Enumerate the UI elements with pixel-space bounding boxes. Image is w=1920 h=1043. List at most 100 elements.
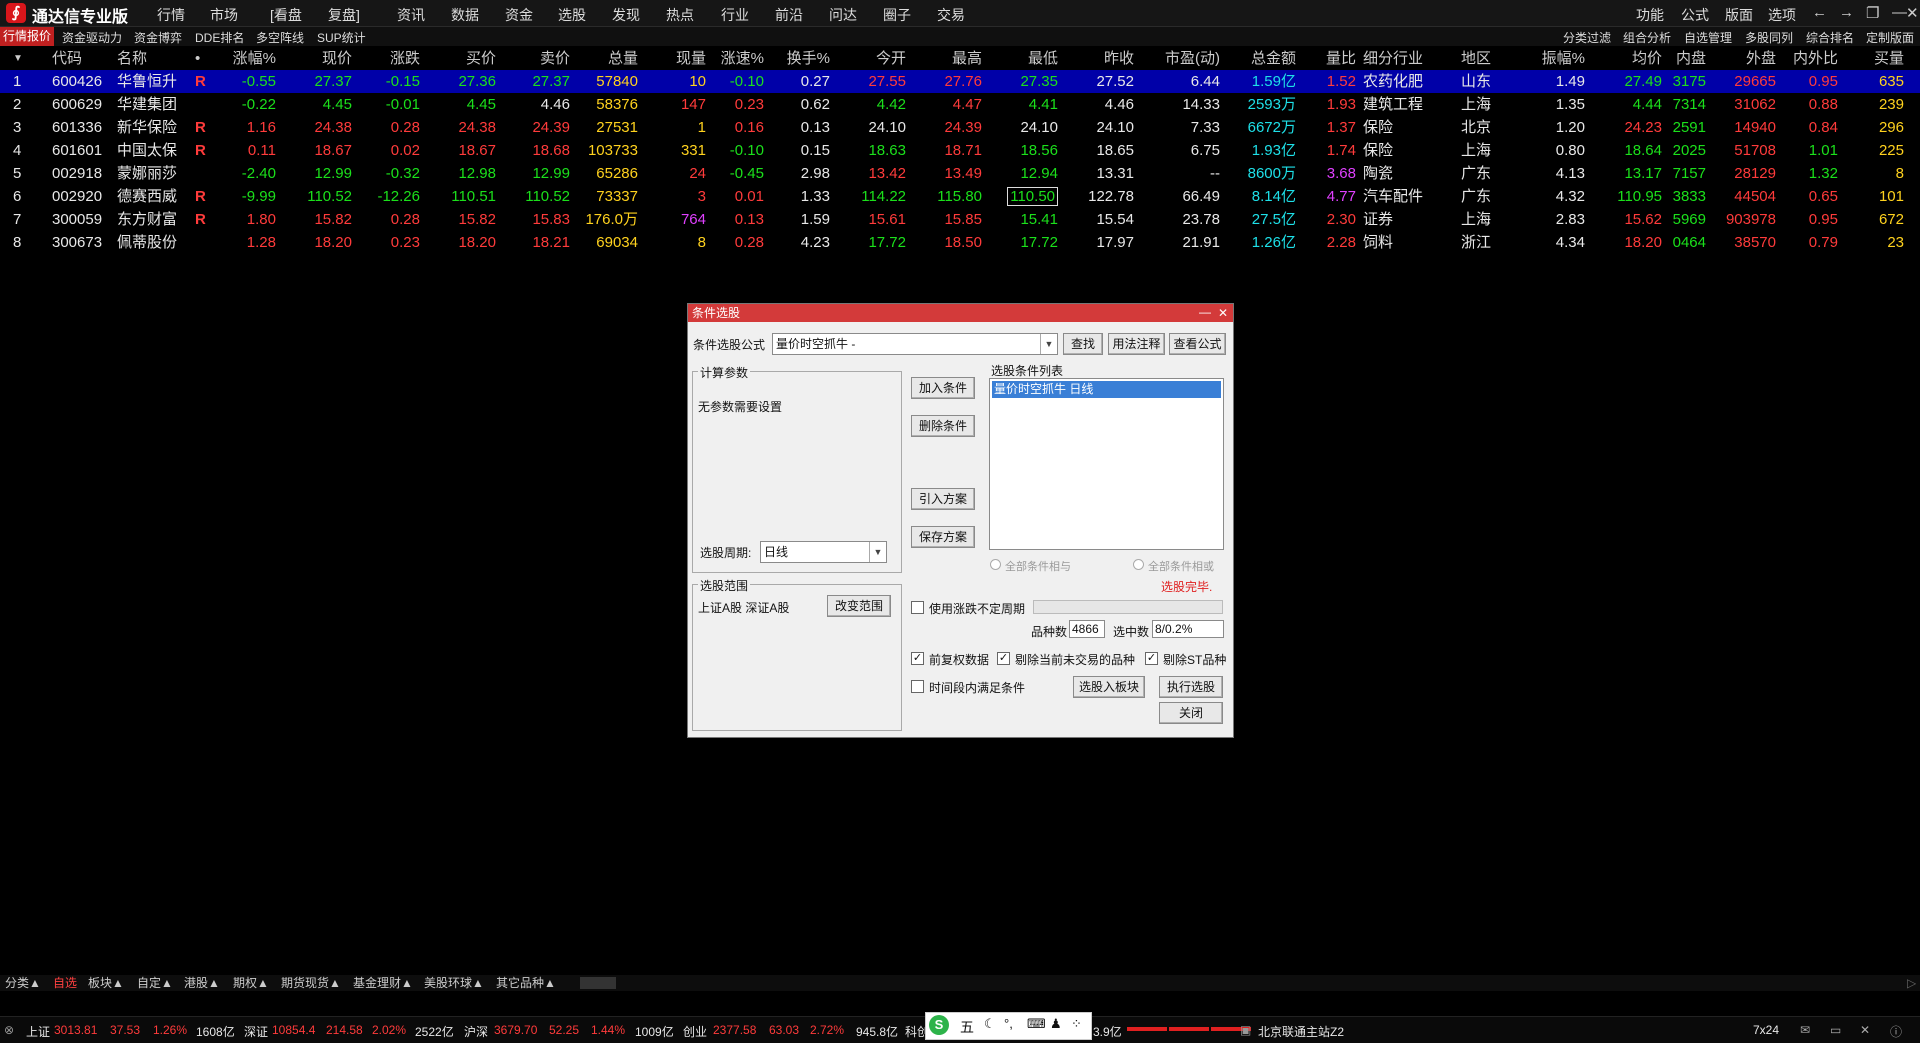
table-row[interactable]: 7 300059 东方财富 R 1.80 15.82 0.28 15.82 15.83 176.0… (0, 208, 1920, 231)
menu-item-hot[interactable]: 热点 (666, 5, 694, 25)
tab-fund-game[interactable]: 资金博弈 (134, 29, 182, 46)
column-header-change-pct[interactable]: 涨幅% (212, 47, 276, 70)
column-header-change[interactable]: 涨跌 (358, 47, 420, 70)
column-header-bid-vol[interactable]: 买量 (1844, 47, 1904, 70)
forward-arrow-icon[interactable]: → (1839, 4, 1854, 21)
column-header-low[interactable]: 最低 (990, 47, 1058, 70)
condition-list-item[interactable]: 量价时空抓牛 日线 (992, 381, 1221, 398)
column-header-amplitude[interactable]: 振幅% (1506, 47, 1585, 70)
user-icon[interactable]: ♟ (1050, 1016, 1062, 1032)
bottom-tab-watchlist[interactable]: 自选 (50, 975, 80, 991)
apps-grid-icon[interactable]: ⁘ (1071, 1016, 1082, 1032)
punctuation-icon[interactable]: °, (1004, 1016, 1013, 1031)
menu-item-review[interactable]: 复盘] (328, 5, 360, 25)
message-icon[interactable]: ✉ (1800, 1023, 1810, 1037)
column-header-flag[interactable]: • (195, 47, 207, 70)
tab-dde-rank[interactable]: DDE排名 (195, 29, 244, 46)
formula-select[interactable]: 量价时空抓牛 - ▼ (772, 333, 1058, 355)
close-button[interactable]: 关闭 (1159, 702, 1223, 724)
server-name[interactable]: 北京联通主站Z2 (1258, 1023, 1344, 1040)
tab-category-filter[interactable]: 分类过滤 (1563, 29, 1611, 46)
bottom-tab-others[interactable]: 其它品种▲ (493, 975, 559, 991)
unfixed-period-checkbox[interactable] (911, 601, 924, 614)
ime-mode-label[interactable]: 五 (960, 1017, 974, 1037)
table-row[interactable]: 4 601601 中国太保 R 0.11 18.67 0.02 18.67 18.68 10373… (0, 139, 1920, 162)
bottom-tab-sector[interactable]: 板块▲ (85, 975, 127, 991)
menu-item-watch[interactable]: [看盘 (270, 5, 302, 25)
chevron-down-icon[interactable]: ▼ (1040, 334, 1057, 354)
menu-item-circle[interactable]: 圈子 (883, 5, 911, 25)
minimize-icon[interactable]: — (1892, 4, 1907, 21)
tab-overall-rank[interactable]: 综合排名 (1806, 29, 1854, 46)
table-row[interactable]: 1 600426 华鲁恒升 R -0.55 27.37 -0.15 27.36 27.37 578… (0, 70, 1920, 93)
usage-notes-button[interactable]: 用法注释 (1108, 333, 1165, 355)
menu-item-ask[interactable]: 问达 (829, 5, 857, 25)
column-header-ask[interactable]: 卖价 (502, 47, 570, 70)
bottom-tab-category[interactable]: 分类▲ (2, 975, 44, 991)
menu-item-layout[interactable]: 版面 (1725, 5, 1753, 25)
mute-icon[interactable]: ✕ (1860, 1023, 1870, 1037)
tab-sup-stats[interactable]: SUP统计 (317, 29, 366, 46)
add-condition-button[interactable]: 加入条件 (911, 377, 975, 399)
menu-item-frontier[interactable]: 前沿 (775, 5, 803, 25)
column-header-code[interactable]: 代码 (52, 47, 112, 70)
tab-fund-drive[interactable]: 资金驱动力 (62, 29, 122, 46)
menu-item-market[interactable]: 市场 (210, 5, 238, 25)
chat-icon[interactable]: ▭ (1830, 1023, 1841, 1037)
sort-dropdown-icon[interactable]: ▼ (13, 47, 27, 70)
chevron-down-icon[interactable]: ▼ (869, 542, 886, 562)
column-header-inner-outer-ratio[interactable]: 内外比 (1786, 47, 1838, 70)
menu-item-news[interactable]: 资讯 (397, 5, 425, 25)
radio-or[interactable] (1133, 559, 1144, 570)
column-header-inner-vol[interactable]: 内盘 (1666, 47, 1706, 70)
column-header-industry[interactable]: 细分行业 (1363, 47, 1433, 70)
menu-item-data[interactable]: 数据 (451, 5, 479, 25)
table-row[interactable]: 6 002920 德赛西威 R -9.99 110.52 -12.26 110.51 110.5… (0, 185, 1920, 208)
table-row[interactable]: 2 600629 华建集团 -0.22 4.45 -0.01 4.45 4.46 58376 14… (0, 93, 1920, 116)
info-icon[interactable]: ⓘ (1890, 1023, 1902, 1040)
tab-quotes[interactable]: 行情报价 (0, 27, 55, 46)
column-header-volume[interactable]: 总量 (576, 47, 638, 70)
bottom-tab-futures[interactable]: 期货现货▲ (278, 975, 344, 991)
menu-item-stock-pick[interactable]: 选股 (558, 5, 586, 25)
column-header-bid[interactable]: 买价 (426, 47, 496, 70)
save-plan-button[interactable]: 保存方案 (911, 526, 975, 548)
bottom-tab-us-global[interactable]: 美股环球▲ (421, 975, 487, 991)
restore-icon[interactable]: ❐ (1866, 4, 1879, 22)
close-icon[interactable]: ✕ (1906, 4, 1919, 22)
tab-watchlist-manage[interactable]: 自选管理 (1684, 29, 1732, 46)
back-arrow-icon[interactable]: ← (1812, 4, 1827, 21)
change-scope-button[interactable]: 改变范围 (827, 595, 891, 617)
view-formula-button[interactable]: 查看公式 (1169, 333, 1226, 355)
horizontal-scrollbar[interactable] (580, 977, 616, 989)
menu-item-industry[interactable]: 行业 (721, 5, 749, 25)
column-header-speed[interactable]: 涨速% (710, 47, 764, 70)
network-icon[interactable]: ▣ (1240, 1023, 1251, 1037)
tab-multi-stock[interactable]: 多股同列 (1745, 29, 1793, 46)
column-header-name[interactable]: 名称 (117, 47, 187, 70)
exclude-untraded-checkbox[interactable]: ✓ (997, 652, 1010, 665)
menu-item-function[interactable]: 功能 (1636, 5, 1664, 25)
menu-item-discover[interactable]: 发现 (612, 5, 640, 25)
menu-item-quotes[interactable]: 行情 (157, 5, 185, 25)
column-header-open[interactable]: 今开 (836, 47, 906, 70)
column-header-last-volume[interactable]: 现量 (646, 47, 706, 70)
menu-item-trade[interactable]: 交易 (937, 5, 965, 25)
period-select[interactable]: 日线 ▼ (760, 541, 887, 563)
column-header-volume-ratio[interactable]: 量比 (1304, 47, 1356, 70)
column-header-high[interactable]: 最高 (914, 47, 982, 70)
menu-item-funds[interactable]: 资金 (505, 5, 533, 25)
minimize-icon[interactable]: — (1199, 303, 1211, 321)
exclude-st-checkbox[interactable]: ✓ (1145, 652, 1158, 665)
keyboard-icon[interactable]: ⌨ (1027, 1016, 1046, 1032)
table-row[interactable]: 8 300673 佩蒂股份 1.28 18.20 0.23 18.20 18.21 69034 8… (0, 231, 1920, 254)
bottom-tab-options[interactable]: 期权▲ (230, 975, 272, 991)
moon-icon[interactable]: ☾ (984, 1016, 996, 1032)
close-icon[interactable]: ✕ (1218, 304, 1228, 322)
ime-logo-icon[interactable]: S (929, 1015, 949, 1035)
add-to-block-button[interactable]: 选股入板块 (1073, 676, 1145, 698)
bottom-tab-hk[interactable]: 港股▲ (181, 975, 223, 991)
scroll-right-icon[interactable]: ▷ (1904, 975, 1919, 991)
bottom-tab-funds[interactable]: 基金理财▲ (350, 975, 416, 991)
column-header-region[interactable]: 地区 (1461, 47, 1501, 70)
